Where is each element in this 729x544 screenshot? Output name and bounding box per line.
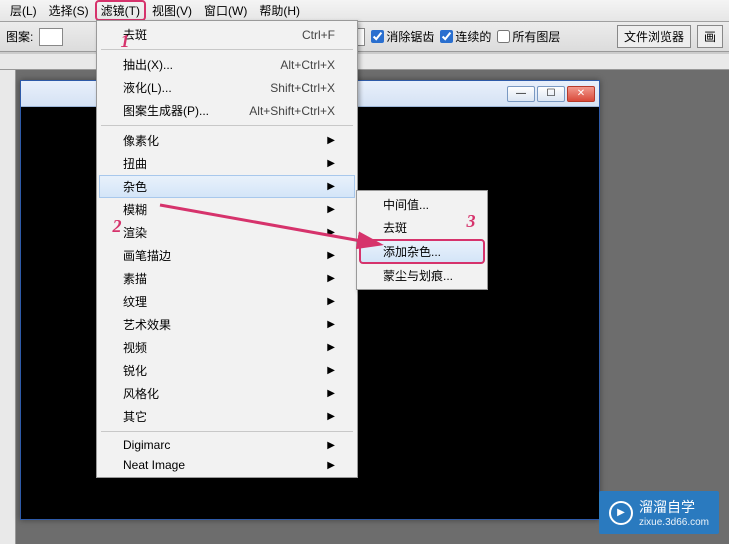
ruler-vertical — [0, 70, 16, 544]
submenu-arrow-icon: ▶ — [327, 388, 335, 399]
menu-filter[interactable]: 滤镜(T) — [95, 0, 146, 21]
submenu-arrow-icon: ▶ — [327, 365, 335, 376]
alllayers-label: 所有图层 — [512, 28, 560, 45]
callout-2: 2 — [106, 215, 128, 237]
submenu-arrow-icon: ▶ — [327, 250, 335, 261]
submenu-arrow-icon: ▶ — [327, 158, 335, 169]
noise-submenu: 中间值... 去斑 添加杂色... 蒙尘与划痕... — [356, 190, 488, 290]
submenu-arrow-icon: ▶ — [327, 319, 335, 330]
submenu-arrow-icon: ▶ — [327, 411, 335, 422]
filter-extract[interactable]: 抽出(X)... Alt+Ctrl+X — [99, 53, 355, 76]
filter-video[interactable]: 视频▶ — [99, 336, 355, 359]
filter-last-shortcut: Ctrl+F — [302, 28, 335, 42]
menubar: 层(L) 选择(S) 滤镜(T) 视图(V) 窗口(W) 帮助(H) — [0, 0, 729, 22]
minimize-button[interactable]: — — [507, 86, 535, 102]
brush-button[interactable]: 画 — [697, 25, 723, 48]
filter-pixelate[interactable]: 像素化▶ — [99, 129, 355, 152]
menu-window[interactable]: 窗口(W) — [198, 0, 253, 21]
submenu-arrow-icon: ▶ — [327, 204, 335, 215]
menu-separator — [101, 125, 353, 126]
filter-render[interactable]: 渲染▶ — [99, 221, 355, 244]
play-icon: ▶ — [609, 501, 633, 525]
filter-brushstrokes[interactable]: 画笔描边▶ — [99, 244, 355, 267]
filter-digimarc[interactable]: Digimarc▶ — [99, 435, 355, 455]
alllayers-checkbox[interactable]: 所有图层 — [497, 28, 560, 45]
filter-menu-dropdown: 去斑 Ctrl+F 抽出(X)... Alt+Ctrl+X 液化(L)... S… — [96, 20, 358, 478]
filter-artistic[interactable]: 艺术效果▶ — [99, 313, 355, 336]
filter-distort[interactable]: 扭曲▶ — [99, 152, 355, 175]
menu-select[interactable]: 选择(S) — [43, 0, 95, 21]
menu-separator — [101, 431, 353, 432]
menu-help[interactable]: 帮助(H) — [253, 0, 306, 21]
noise-dustscratches[interactable]: 蒙尘与划痕... — [359, 264, 485, 287]
filter-liquify[interactable]: 液化(L)... Shift+Ctrl+X — [99, 76, 355, 99]
menu-layer[interactable]: 层(L) — [4, 0, 43, 21]
filter-sharpen[interactable]: 锐化▶ — [99, 359, 355, 382]
callout-3: 3 — [460, 210, 482, 232]
site-watermark: ▶ 溜溜自学 zixue.3d66.com — [599, 491, 719, 534]
submenu-arrow-icon: ▶ — [327, 135, 335, 146]
submenu-arrow-icon: ▶ — [327, 181, 335, 192]
alllayers-check[interactable] — [497, 30, 510, 43]
maximize-button[interactable]: ☐ — [537, 86, 565, 102]
pattern-swatch[interactable] — [39, 28, 63, 46]
filter-noise[interactable]: 杂色▶ — [99, 175, 355, 198]
watermark-brand: 溜溜自学 — [639, 499, 695, 515]
filter-neatimage[interactable]: Neat Image▶ — [99, 455, 355, 475]
antialias-checkbox[interactable]: 消除锯齿 — [371, 28, 434, 45]
submenu-arrow-icon: ▶ — [327, 460, 335, 471]
filter-stylize[interactable]: 风格化▶ — [99, 382, 355, 405]
filter-last[interactable]: 去斑 Ctrl+F — [99, 23, 355, 46]
submenu-arrow-icon: ▶ — [327, 342, 335, 353]
callout-1: 1 — [114, 30, 136, 52]
menu-separator — [101, 49, 353, 50]
file-browser-button[interactable]: 文件浏览器 — [617, 25, 691, 48]
menu-view[interactable]: 视图(V) — [146, 0, 198, 21]
antialias-check[interactable] — [371, 30, 384, 43]
filter-sketch[interactable]: 素描▶ — [99, 267, 355, 290]
antialias-label: 消除锯齿 — [386, 28, 434, 45]
contiguous-check[interactable] — [440, 30, 453, 43]
filter-texture[interactable]: 纹理▶ — [99, 290, 355, 313]
pattern-label: 图案: — [6, 28, 33, 45]
submenu-arrow-icon: ▶ — [327, 440, 335, 451]
noise-addnoise[interactable]: 添加杂色... — [359, 239, 485, 264]
close-button[interactable]: ✕ — [567, 86, 595, 102]
submenu-arrow-icon: ▶ — [327, 227, 335, 238]
watermark-site: zixue.3d66.com — [639, 517, 709, 528]
filter-blur[interactable]: 模糊▶ — [99, 198, 355, 221]
contiguous-label: 连续的 — [455, 28, 491, 45]
contiguous-checkbox[interactable]: 连续的 — [440, 28, 491, 45]
filter-patternmaker[interactable]: 图案生成器(P)... Alt+Shift+Ctrl+X — [99, 99, 355, 122]
filter-other[interactable]: 其它▶ — [99, 405, 355, 428]
submenu-arrow-icon: ▶ — [327, 296, 335, 307]
submenu-arrow-icon: ▶ — [327, 273, 335, 284]
